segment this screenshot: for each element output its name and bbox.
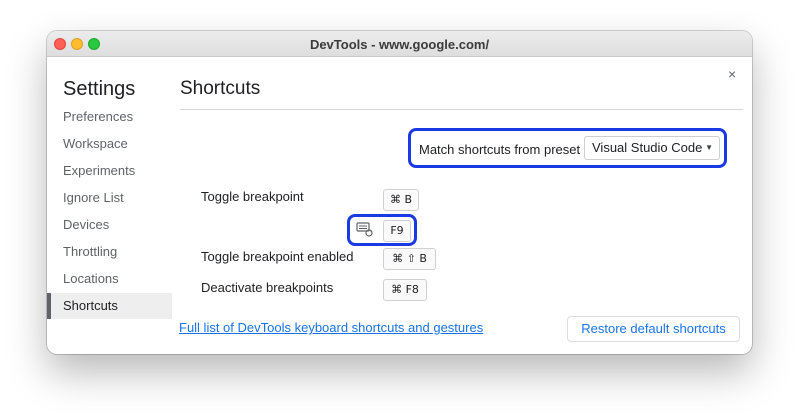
window-title: DevTools - www.google.com/ [309,37,490,52]
shortcut-key-deactivate-breakpoints[interactable]: ⌘ F8 [383,279,427,301]
restore-default-shortcuts-button[interactable]: Restore default shortcuts [567,316,740,342]
sidebar-item-ignore-list[interactable]: Ignore List [47,185,172,211]
shortcut-key-toggle-breakpoint-enabled[interactable]: ⌘ ⇧ B [383,248,436,270]
sidebar-item-workspace[interactable]: Workspace [47,131,172,157]
sidebar-item-throttling[interactable]: Throttling [47,239,172,265]
preset-label: Match shortcuts from preset [419,142,581,157]
devtools-window: DevTools - www.google.com/ × Settings Pr… [47,31,752,354]
title-bar: DevTools - www.google.com/ [47,31,752,57]
chevron-down-icon: ▼ [705,143,713,152]
shortcut-key-toggle-breakpoint-f9[interactable]: F9 [383,220,411,242]
preset-select[interactable]: Visual Studio Code ▼ [584,136,720,160]
sidebar-item-preferences[interactable]: Preferences [47,104,172,130]
sidebar-item-locations[interactable]: Locations [47,266,172,292]
page-title: Shortcuts [180,78,261,99]
close-icon[interactable]: × [728,66,736,82]
sidebar-item-experiments[interactable]: Experiments [47,158,172,184]
sidebar-item-devices[interactable]: Devices [47,212,172,238]
shortcut-label-toggle-breakpoint-enabled: Toggle breakpoint enabled [201,249,354,264]
keyboard-edit-icon[interactable] [356,221,373,237]
shortcut-label-toggle-breakpoint: Toggle breakpoint [201,189,304,204]
shortcut-key-toggle-breakpoint[interactable]: ⌘ B [383,189,419,211]
sidebar-item-shortcuts[interactable]: Shortcuts [47,293,172,319]
shortcut-label-deactivate-breakpoints: Deactivate breakpoints [201,280,334,295]
sidebar-title: Settings [63,78,136,100]
shortcuts-docs-link[interactable]: Full list of DevTools keyboard shortcuts… [179,320,483,335]
preset-select-value: Visual Studio Code [592,140,703,155]
title-divider [180,109,743,110]
